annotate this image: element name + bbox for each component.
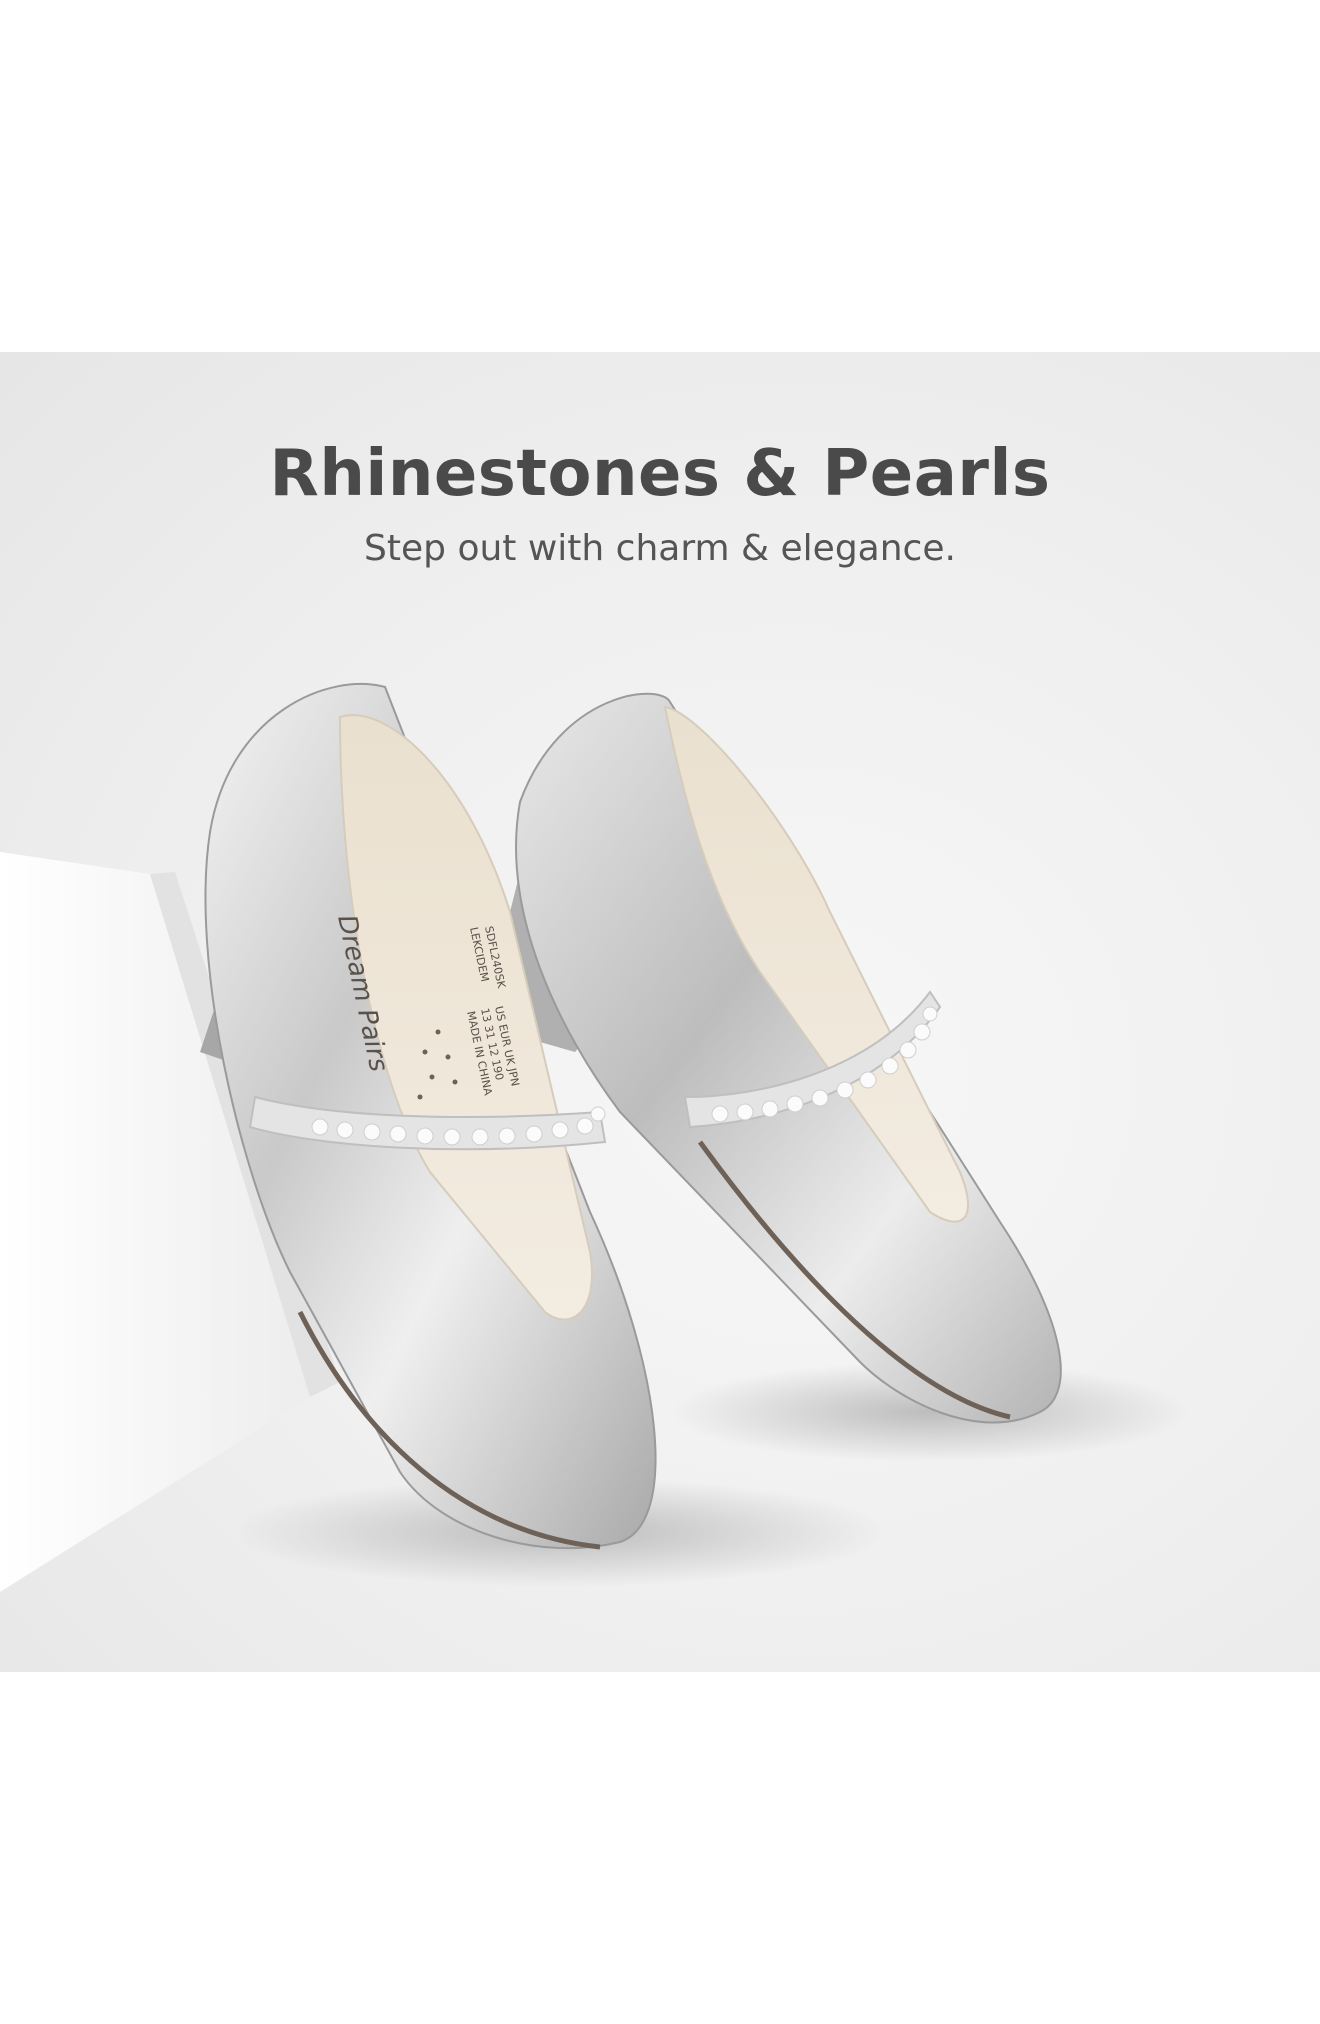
product-image-page: Dream Pairs SDFL240SK LEKCIDEM US EUR UK… — [0, 0, 1320, 2024]
headline-title: Rhinestones & Pearls — [269, 437, 1051, 511]
product-photo-panel: Dream Pairs SDFL240SK LEKCIDEM US EUR UK… — [0, 352, 1320, 1672]
headline-subtitle: Step out with charm & elegance. — [364, 528, 956, 569]
